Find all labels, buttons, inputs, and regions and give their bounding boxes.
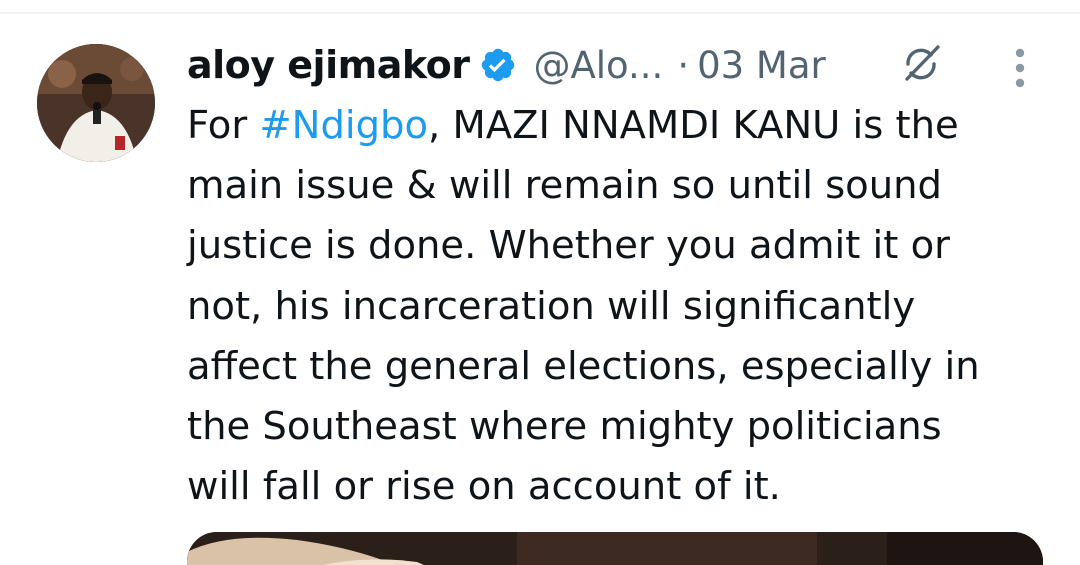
tweet-line: affect the general elections, especially… — [187, 343, 980, 389]
timestamp[interactable]: 03 Mar — [697, 44, 826, 87]
tweet-text-segment: , MAZI NNAMDI KANU is the — [428, 103, 959, 148]
tweet-text: For #Ndigbo, MAZI NNAMDI KANU is the mai… — [187, 96, 1057, 517]
tweet-line: main issue & will remain so until sound — [187, 163, 942, 209]
user-handle[interactable]: @Alo... — [533, 44, 663, 87]
tweet-header: aloy ejimakor @Alo... · 03 Mar — [187, 38, 826, 92]
verified-badge-icon — [479, 46, 517, 84]
tweet-card[interactable]: aloy ejimakor @Alo... · 03 Mar For #Ndig… — [0, 0, 1080, 565]
tweet-line: not, his incarceration will significantl… — [187, 283, 916, 329]
divider — [0, 12, 1080, 14]
separator-dot: · — [677, 43, 690, 87]
grok-icon[interactable] — [898, 41, 944, 87]
tweet-line: the Southeast where mighty politicians — [187, 404, 942, 450]
tweet-line: justice is done. Whether you admit it or — [187, 223, 950, 269]
hashtag-link[interactable]: #Ndigbo — [259, 103, 428, 148]
display-name[interactable]: aloy ejimakor — [187, 43, 470, 87]
avatar[interactable] — [37, 44, 155, 162]
tweet-text-segment: For — [187, 103, 260, 148]
tweet-line: For #Ndigbo, MAZI NNAMDI KANU is the — [187, 96, 1057, 156]
media-attachment[interactable] — [187, 532, 1043, 565]
tweet-line: will fall or rise on account of it. — [187, 464, 781, 510]
more-options-icon[interactable] — [1008, 46, 1032, 90]
